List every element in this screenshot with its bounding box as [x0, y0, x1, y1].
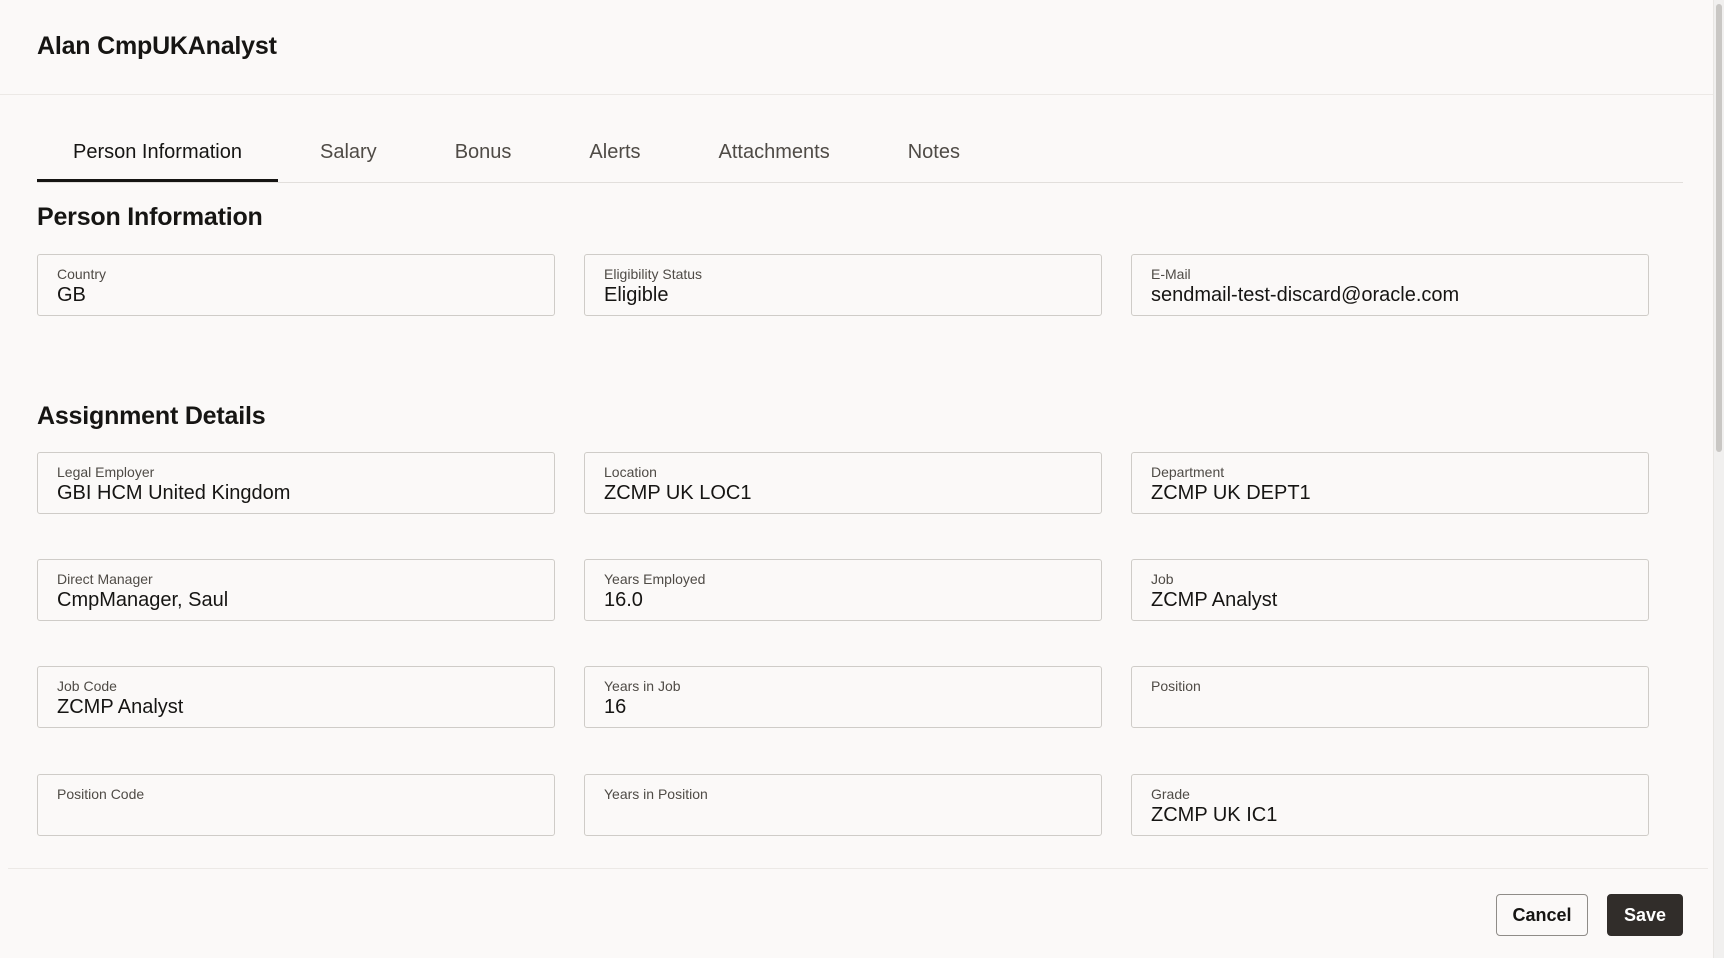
field-label: Location — [604, 464, 657, 480]
field-value: ZCMP Analyst — [1151, 589, 1278, 611]
tab-bonus[interactable]: Bonus — [419, 124, 548, 182]
save-button[interactable]: Save — [1607, 894, 1683, 936]
legal-employer-field: Legal Employer GBI HCM United Kingdom — [37, 452, 555, 514]
assignment-details-heading: Assignment Details — [37, 402, 266, 430]
field-label: Grade — [1151, 786, 1190, 802]
person-information-heading: Person Information — [37, 203, 263, 231]
field-label: Years in Position — [604, 786, 708, 802]
eligibility-status-field: Eligibility Status Eligible — [584, 254, 1102, 316]
field-value: Eligible — [604, 284, 669, 306]
field-label: Department — [1151, 464, 1225, 480]
field-value: ZCMP Analyst — [57, 696, 184, 718]
field-value: GB — [57, 284, 86, 306]
direct-manager-field: Direct Manager CmpManager, Saul — [37, 559, 555, 621]
field-value: sendmail-test-discard@oracle.com — [1151, 284, 1460, 306]
department-field: Department ZCMP UK DEPT1 — [1131, 452, 1649, 514]
field-value: 16.0 — [604, 589, 643, 611]
job-field: Job ZCMP Analyst — [1131, 559, 1649, 621]
email-field: E-Mail sendmail-test-discard@oracle.com — [1131, 254, 1649, 316]
footer-divider — [8, 868, 1708, 869]
field-label: E-Mail — [1151, 266, 1191, 282]
field-label: Years Employed — [604, 571, 706, 587]
field-label: Years in Job — [604, 678, 681, 694]
field-label: Eligibility Status — [604, 266, 703, 282]
location-field: Location ZCMP UK LOC1 — [584, 452, 1102, 514]
field-value: ZCMP UK IC1 — [1151, 804, 1278, 826]
scrollbar-thumb[interactable] — [1716, 4, 1722, 452]
vertical-scrollbar[interactable] — [1714, 0, 1724, 958]
job-code-field: Job Code ZCMP Analyst — [37, 666, 555, 728]
person-details-dialog: Alan CmpUKAnalyst Person Information Sal… — [0, 0, 1714, 958]
position-field: Position — [1131, 666, 1649, 728]
field-label: Job — [1151, 571, 1174, 587]
field-value: CmpManager, Saul — [57, 589, 229, 611]
dialog-header: Alan CmpUKAnalyst — [0, 0, 1713, 95]
country-field: Country GB — [37, 254, 555, 316]
tab-salary[interactable]: Salary — [284, 124, 413, 182]
grade-field: Grade ZCMP UK IC1 — [1131, 774, 1649, 836]
tab-notes[interactable]: Notes — [872, 124, 996, 182]
tab-alerts[interactable]: Alerts — [553, 124, 676, 182]
field-value: 16 — [604, 696, 627, 718]
field-value: GBI HCM United Kingdom — [57, 482, 291, 504]
field-label: Job Code — [57, 678, 117, 694]
years-employed-field: Years Employed 16.0 — [584, 559, 1102, 621]
years-in-job-field: Years in Job 16 — [584, 666, 1102, 728]
field-label: Position — [1151, 678, 1201, 694]
dialog-title: Alan CmpUKAnalyst — [37, 32, 277, 60]
tab-person-information[interactable]: Person Information — [37, 124, 278, 182]
tab-attachments[interactable]: Attachments — [683, 124, 866, 182]
field-label: Legal Employer — [57, 464, 155, 480]
field-label: Country — [57, 266, 107, 282]
tab-bar: Person Information Salary Bonus Alerts A… — [37, 124, 1683, 183]
field-label: Direct Manager — [57, 571, 153, 587]
field-label: Position Code — [57, 786, 145, 802]
cancel-button[interactable]: Cancel — [1496, 894, 1588, 936]
field-value: ZCMP UK DEPT1 — [1151, 482, 1311, 504]
field-value: ZCMP UK LOC1 — [604, 482, 752, 504]
years-in-position-field: Years in Position — [584, 774, 1102, 836]
position-code-field: Position Code — [37, 774, 555, 836]
